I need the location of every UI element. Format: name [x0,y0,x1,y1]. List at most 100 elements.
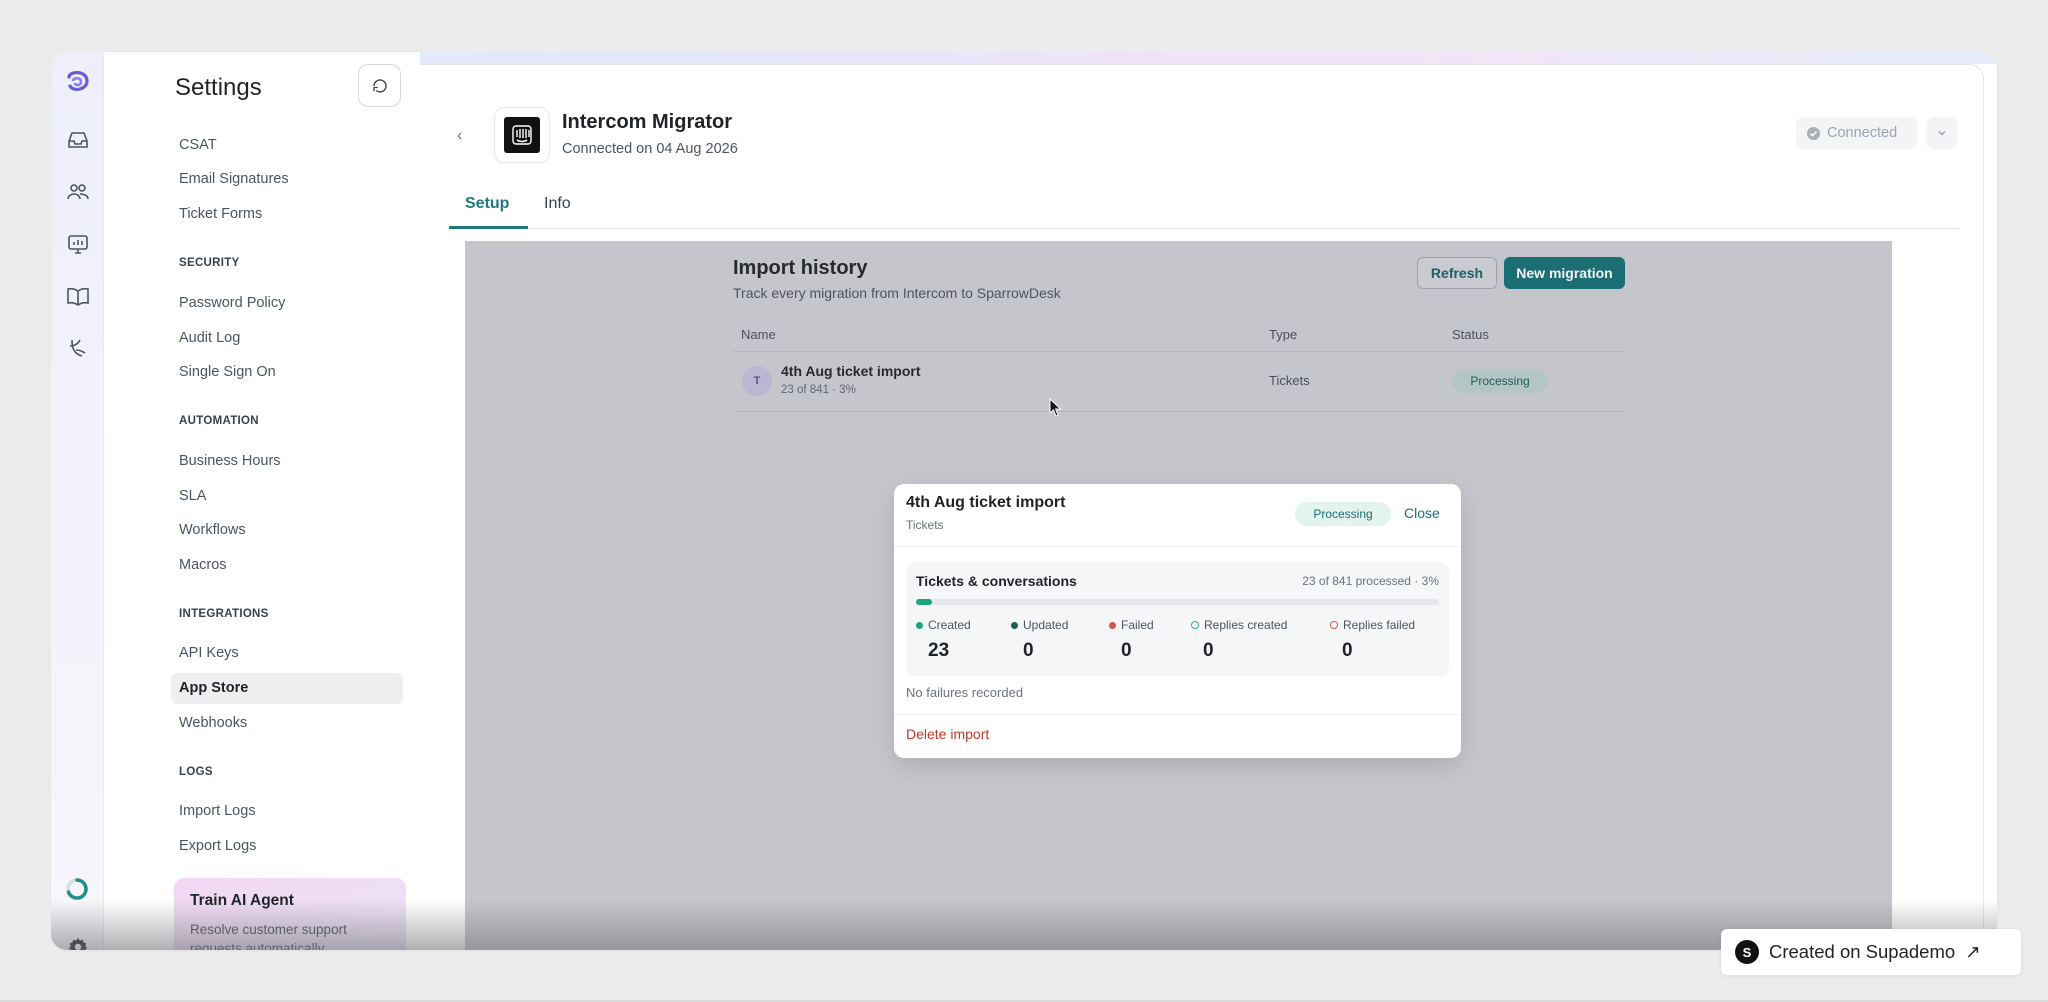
section-security: SECURITY [179,257,240,269]
status-badge: Processing [1452,369,1548,393]
stat-replies-failed-value: 0 [1342,640,1353,661]
updated-dot-icon [1011,621,1018,629]
failed-dot-icon [1109,621,1116,629]
tab-info[interactable]: Info [544,195,571,213]
modal-subtitle: Tickets [906,518,944,532]
nav-single-sign-on[interactable]: Single Sign On [179,364,276,380]
app-tabs: Setup Info [449,187,1959,229]
chevron-down-icon [1938,130,1946,136]
stat-created-value: 23 [928,640,950,661]
knowledge-base-icon[interactable] [66,284,90,308]
import-row-progress: 23 of 841 · 3% [781,384,856,396]
status-dropdown-button[interactable] [1926,117,1958,149]
train-card-title: Train AI Agent [190,892,294,909]
check-circle-icon [1806,126,1821,140]
mouse-cursor-icon [1049,398,1062,417]
nav-macros[interactable]: Macros [179,557,227,573]
column-header-type: Type [1269,327,1298,342]
stat-replies-created-value: 0 [1203,640,1214,661]
stat-replies-failed-label: Replies failed [1343,618,1416,632]
supademo-label: Created on Supademo [1769,941,1956,962]
app-connected-date: Connected on 04 Aug 2026 [562,141,738,157]
card-processed-count: 23 of 841 processed · 3% [1302,574,1439,588]
nav-business-hours[interactable]: Business Hours [179,453,281,469]
new-migration-button[interactable]: New migration [1504,257,1625,289]
app-name: Intercom Migrator [562,111,733,133]
column-header-name: Name [741,327,776,342]
stat-created: Created 23 [916,618,971,662]
nav-api-keys[interactable]: API Keys [179,645,239,661]
loading-icon [66,878,88,900]
supademo-badge[interactable]: S Created on Supademo ↗ [1721,929,2021,975]
import-history-subtitle: Track every migration from Intercom to S… [733,285,1061,301]
logo-icon[interactable] [65,68,91,94]
settings-title: Settings [175,74,262,101]
icon-rail [51,52,104,950]
stat-failed-label: Failed [1121,618,1154,632]
replies-created-dot-icon [1191,621,1199,629]
back-chevron-icon[interactable]: ‹ [457,127,462,145]
table-row-divider [733,411,1625,412]
tickets-conversations-card: Tickets & conversations 23 of 841 proces… [906,562,1449,676]
import-history-title: Import history [733,257,868,279]
progress-bar-fill [916,599,932,605]
settings-sidebar: Settings CSAT Email Signatures Ticket Fo… [104,52,420,950]
intercom-app-icon [494,107,550,163]
stat-updated-label: Updated [1023,618,1069,632]
modal-status-badge: Processing [1295,502,1391,526]
contacts-icon[interactable] [66,180,90,204]
replies-failed-dot-icon [1330,621,1338,629]
tab-setup[interactable]: Setup [465,195,509,213]
modal-title: 4th Aug ticket import [906,494,1066,511]
stat-failed: Failed 0 [1109,618,1154,662]
section-automation: AUTOMATION [179,415,259,427]
stat-replies-created-label: Replies created [1204,618,1288,632]
modal-footer-divider [894,714,1461,715]
stat-failed-value: 0 [1121,640,1132,661]
no-failures-text: No failures recorded [906,685,1024,700]
external-link-icon: ↗ [1965,941,1981,962]
column-header-status: Status [1452,327,1489,342]
delete-import-button[interactable]: Delete import [906,726,989,742]
stat-updated: Updated 0 [1011,618,1068,662]
section-logs: LOGS [179,766,213,778]
nav-audit-log[interactable]: Audit Log [179,330,240,346]
section-integrations: INTEGRATIONS [179,608,269,620]
active-tab-indicator [449,226,528,229]
nav-sla[interactable]: SLA [179,488,206,504]
nav-email-signatures[interactable]: Email Signatures [179,171,289,187]
table-header-divider [733,351,1625,352]
nav-password-policy[interactable]: Password Policy [179,295,285,311]
nav-workflows[interactable]: Workflows [179,522,246,538]
import-row-name: 4th Aug ticket import [781,363,921,379]
nav-export-logs[interactable]: Export Logs [179,838,256,854]
progress-bar [916,599,1439,605]
modal-close-button[interactable]: Close [1404,505,1440,521]
reports-icon[interactable] [66,232,90,256]
stat-replies-created: Replies created 0 [1191,618,1287,662]
nav-ticket-forms[interactable]: Ticket Forms [179,206,262,222]
nav-csat[interactable]: CSAT [179,137,217,153]
history-icon [372,78,387,93]
nav-import-logs[interactable]: Import Logs [179,803,256,819]
nav-webhooks[interactable]: Webhooks [179,715,247,731]
avatar: T [742,366,772,396]
refresh-button[interactable]: Refresh [1417,257,1497,289]
connected-status-button[interactable]: Connected [1796,117,1918,149]
ai-agent-icon[interactable] [66,336,90,360]
settings-icon[interactable] [67,936,89,950]
history-button[interactable] [358,64,401,107]
inbox-icon[interactable] [66,128,90,152]
import-details-modal: 4th Aug ticket import Tickets Processing… [894,484,1461,758]
train-card-description: Resolve customer support requests automa… [190,922,347,950]
card-title: Tickets & conversations [916,573,1077,589]
train-ai-agent-card[interactable]: Train AI Agent Resolve customer support … [174,878,406,950]
intercom-logo-icon [512,125,532,145]
stat-replies-failed: Replies failed 0 [1330,618,1415,662]
import-row-type: Tickets [1269,373,1310,388]
nav-app-store[interactable]: App Store [179,680,248,696]
created-dot-icon [916,621,923,629]
stat-updated-value: 0 [1023,640,1034,661]
connected-status-label: Connected [1827,125,1898,141]
modal-header-divider [894,546,1461,547]
